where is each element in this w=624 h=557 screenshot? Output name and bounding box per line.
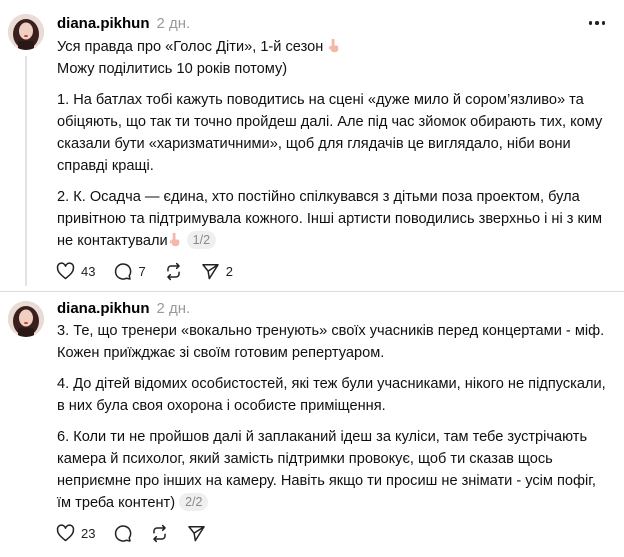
send-icon [188, 525, 206, 541]
pointing-down-hand-icon [169, 232, 179, 247]
thread-post-2: diana.pikhun 2 дн. 3. Те, що тренери «во… [0, 292, 624, 557]
pointing-down-hand-icon [329, 38, 339, 53]
post-paragraph: 4. До дітей відомих особистостей, які те… [57, 376, 606, 414]
share-button[interactable] [187, 524, 206, 543]
repost-button[interactable] [164, 262, 183, 281]
like-button[interactable]: 23 [56, 524, 95, 542]
username[interactable]: diana.pikhun [57, 300, 150, 317]
post-paragraph: 1. На батлах тобі кажуть поводитись на с… [57, 92, 603, 174]
comment-icon [115, 262, 132, 280]
post-header: diana.pikhun 2 дн. [57, 297, 190, 319]
post-header: diana.pikhun 2 дн. [57, 12, 190, 34]
comment-button[interactable] [113, 524, 132, 543]
heart-icon [56, 524, 75, 542]
heart-icon [56, 262, 75, 280]
like-count: 43 [81, 263, 96, 279]
post-actions: 23 [56, 523, 224, 543]
post-paragraph: 2. К. Осадча — єдина, хто постійно спілк… [57, 189, 603, 249]
like-button[interactable]: 43 [56, 262, 95, 280]
dot-icon [595, 21, 599, 25]
thread-pager: 2/2 [179, 493, 209, 511]
dot-icon [601, 21, 606, 25]
send-icon [201, 263, 219, 279]
post-body: Уся правда про «Голос Діти», 1-й сезон М… [57, 36, 613, 252]
like-count: 23 [81, 525, 96, 541]
username[interactable]: diana.pikhun [57, 15, 150, 32]
thread-pager: 1/2 [186, 231, 217, 249]
repost-button[interactable] [150, 524, 169, 543]
repost-icon [166, 262, 180, 280]
comment-icon [115, 524, 132, 542]
post-time: 2 дн. [156, 14, 191, 32]
share-count: 2 [225, 263, 233, 279]
dot-icon [588, 21, 593, 25]
avatar[interactable] [8, 301, 44, 337]
post-line: Можу поділитись 10 років потому) [57, 61, 288, 77]
post-time: 2 дн. [156, 299, 191, 317]
post-paragraph: 3. Те, що тренери «вокально тренують» св… [57, 323, 605, 361]
post-actions: 43 7 2 [56, 261, 251, 281]
comment-button[interactable]: 7 [113, 262, 146, 281]
thread-post-1: diana.pikhun 2 дн. Уся правда про «Голос… [0, 0, 624, 290]
more-options-button[interactable] [584, 14, 610, 32]
post-line: Уся правда про «Голос Діти», 1-й сезон [57, 39, 324, 55]
post-paragraph: 6. Коли ти не пройшов далі й заплаканий … [57, 429, 596, 511]
comment-count: 7 [138, 263, 146, 279]
share-button[interactable]: 2 [201, 262, 233, 281]
post-body: 3. Те, що тренери «вокально тренують» св… [57, 320, 613, 514]
avatar[interactable] [8, 14, 44, 50]
repost-icon [153, 524, 167, 542]
